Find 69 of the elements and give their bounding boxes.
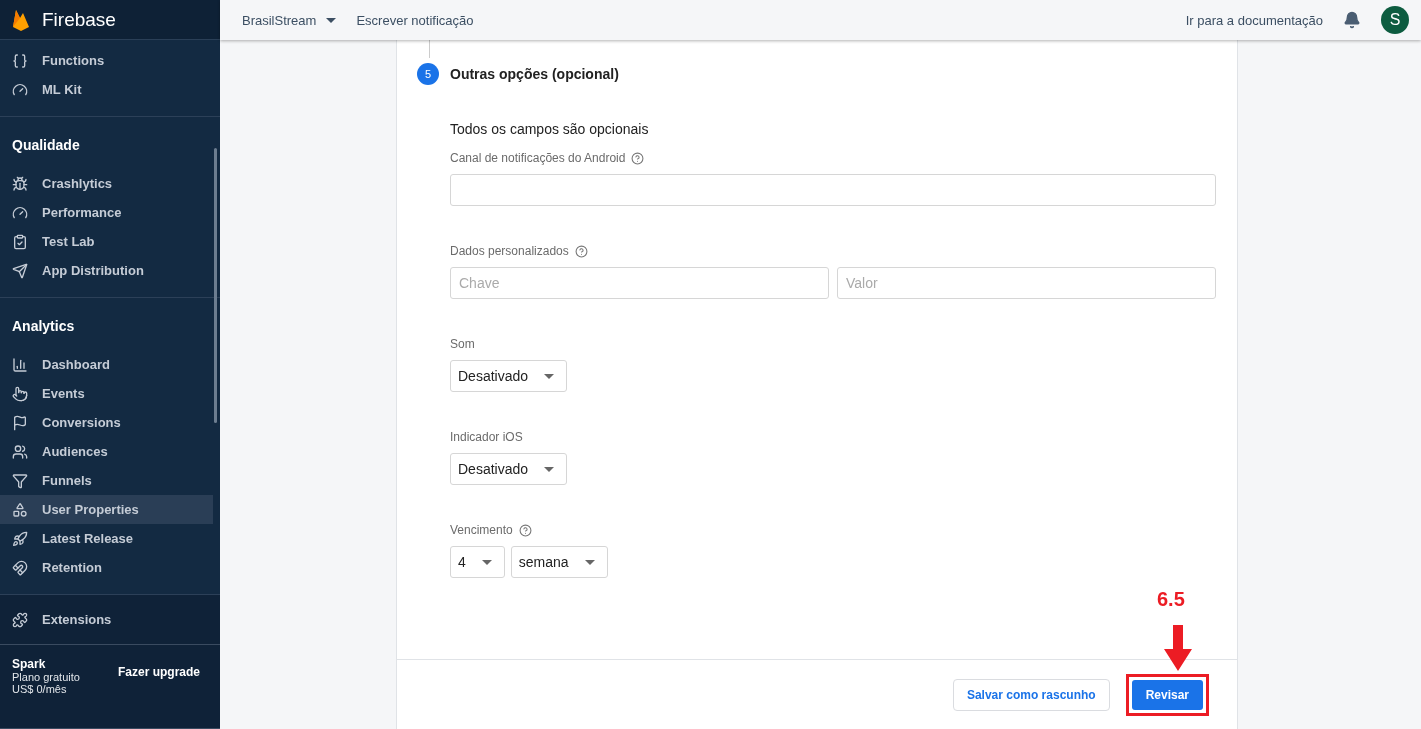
down-arrow-icon	[1164, 625, 1192, 671]
nav-item[interactable]: Test Lab	[0, 227, 213, 256]
step-title: Outras opções (opcional)	[450, 66, 619, 82]
dropdown[interactable]: semana	[510, 546, 608, 578]
nav-item[interactable]: Functions	[0, 46, 213, 75]
caret-icon	[481, 559, 492, 565]
help-icon[interactable]	[574, 244, 588, 258]
help-icon[interactable]	[631, 151, 645, 165]
step-number: 5	[417, 63, 439, 85]
section-title: Analytics	[11, 317, 76, 336]
bell-icon[interactable]	[1343, 11, 1361, 29]
field-label: Vencimento	[450, 523, 513, 537]
caret-icon	[544, 466, 555, 472]
nav-item[interactable]: Retention	[0, 553, 213, 582]
plan-description: Plano gratuito	[12, 671, 80, 683]
brand-name: Firebase	[42, 8, 116, 31]
project-selector[interactable]: BrasilStream	[242, 12, 337, 28]
nav-item[interactable]: Funnels	[0, 466, 213, 495]
form-heading: Todos os campos são opcionais	[450, 121, 650, 137]
field-label: Indicador iOS	[450, 430, 523, 444]
rocket-icon	[12, 530, 28, 547]
nav-item[interactable]: Audiences	[0, 437, 213, 466]
nav-item[interactable]: User Properties	[0, 495, 213, 524]
gauge-icon	[12, 204, 28, 221]
plan-price: US$ 0/mês	[12, 683, 68, 695]
nav-item[interactable]: Dashboard	[0, 350, 213, 379]
help-icon[interactable]	[518, 523, 532, 537]
section-title: Qualidade	[11, 136, 81, 155]
pointer-icon	[12, 385, 28, 402]
nav-item[interactable]: Crashlytics	[0, 169, 213, 198]
save-draft-button[interactable]: Salvar como rascunho	[952, 678, 1110, 711]
nav-item[interactable]: Performance	[0, 198, 213, 227]
caret-icon	[326, 17, 337, 23]
annotation-label: 6.5	[1157, 588, 1185, 611]
nav-item[interactable]: Latest Release	[0, 524, 213, 553]
bug-icon	[12, 175, 28, 192]
avatar[interactable]: S	[1381, 6, 1409, 34]
code-braces-icon	[12, 52, 28, 69]
caret-icon	[544, 373, 555, 379]
puzzle-icon	[12, 611, 28, 628]
nav-item[interactable]: App Distribution	[0, 256, 213, 285]
docs-link[interactable]: Ir para a documentação	[1185, 12, 1323, 28]
input-field[interactable]	[450, 174, 1216, 206]
users-icon	[12, 443, 28, 460]
dropdown[interactable]: Desativado	[450, 360, 568, 392]
clipboard-check-icon	[12, 233, 28, 250]
flag-icon	[12, 414, 28, 431]
upgrade-link[interactable]: Fazer upgrade	[117, 665, 200, 679]
scrollbar[interactable]	[214, 148, 217, 423]
nav-item[interactable]: ML Kit	[0, 75, 213, 104]
dropdown[interactable]: 4	[450, 546, 505, 578]
nav-item[interactable]: Events	[0, 379, 213, 408]
magnet-icon	[12, 559, 28, 576]
shapes-icon	[12, 501, 28, 518]
field-label: Dados personalizados	[450, 244, 569, 258]
input-field[interactable]: Valor	[837, 267, 1216, 299]
field-label: Som	[450, 337, 475, 351]
nav-item[interactable]: Extensions	[0, 595, 220, 645]
caret-icon	[584, 559, 595, 565]
nav-item[interactable]: Conversions	[0, 408, 213, 437]
dropdown[interactable]: Desativado	[450, 453, 568, 485]
page-title: Escrever notificação	[356, 12, 474, 28]
input-field[interactable]: Chave	[450, 267, 829, 299]
plan-name: Spark	[12, 657, 47, 671]
field-label: Canal de notificações do Android	[450, 151, 626, 165]
review-button[interactable]: Revisar	[1131, 679, 1203, 710]
send-icon	[12, 262, 28, 279]
bar-chart-icon	[12, 356, 28, 373]
filter-icon	[12, 472, 28, 489]
